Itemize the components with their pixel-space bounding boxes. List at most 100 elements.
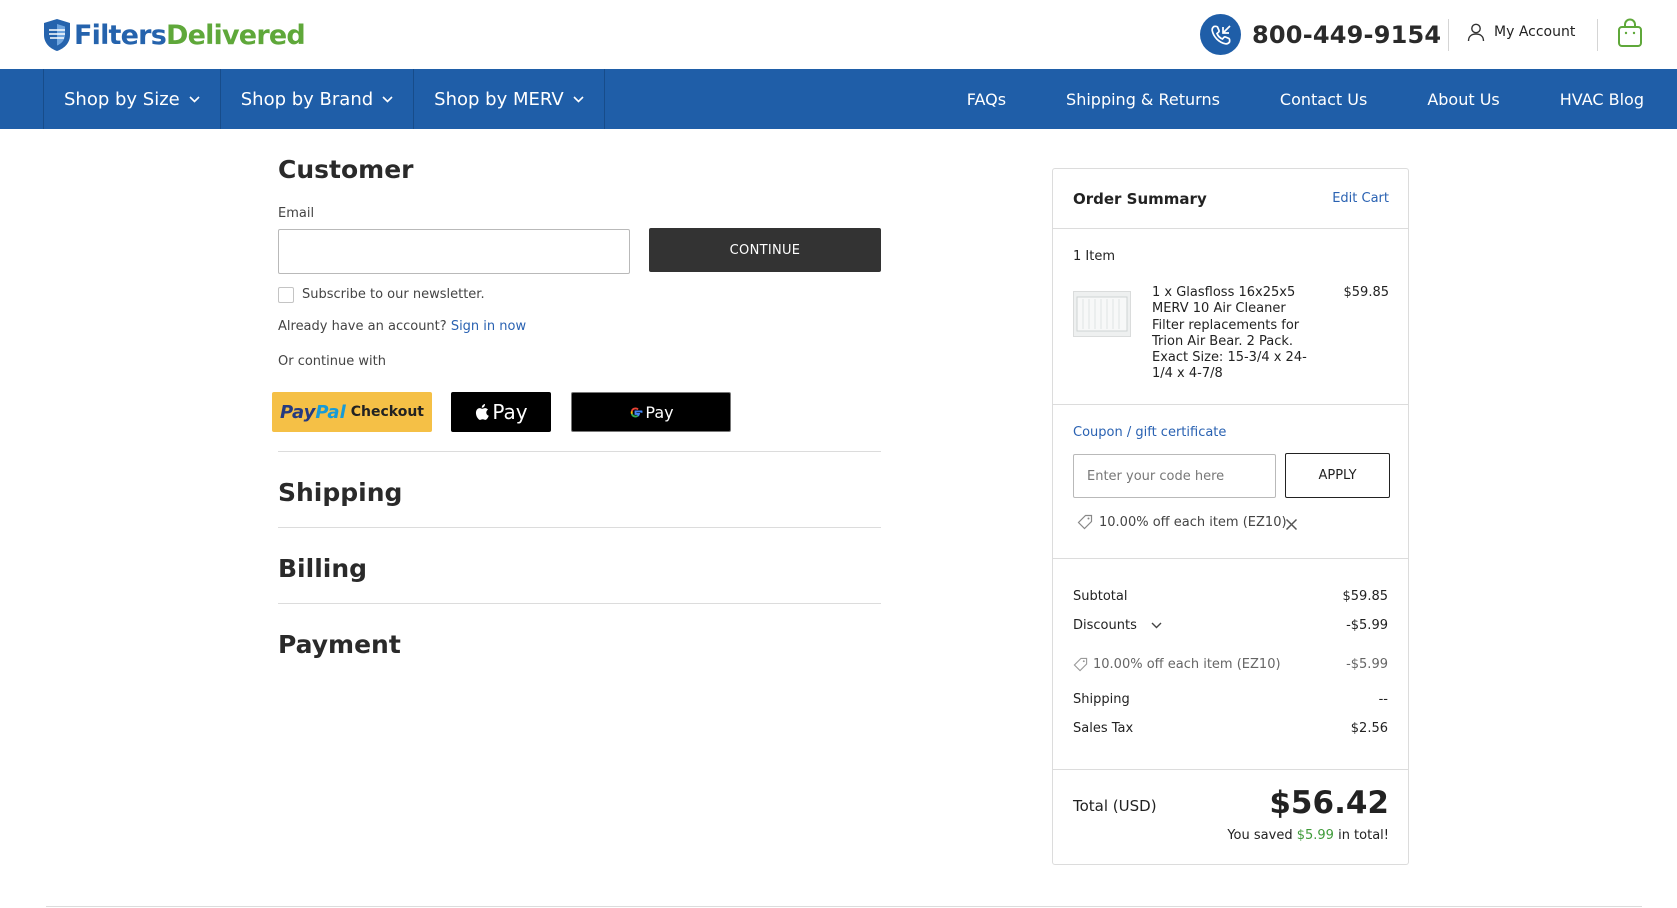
coupon-code-input[interactable]: Enter your code here [1073,454,1276,498]
nav-label: Shop by Size [64,88,180,110]
total-value: $56.42 [1269,785,1389,821]
nav-shop-by-brand[interactable]: Shop by Brand [219,69,413,129]
google-g-icon [631,407,643,417]
nav-link-shipping-returns[interactable]: Shipping & Returns [1066,90,1220,109]
main-navigation: Shop by Size Shop by Brand Shop by MERV … [0,69,1677,129]
sign-in-link[interactable]: Sign in now [451,319,526,334]
discounts-value: -$5.99 [1346,618,1388,633]
logo-text: FiltersDelivered [74,19,306,51]
discount-line-value: -$5.99 [1346,657,1388,672]
sales-tax-row: Sales Tax $2.56 [1073,721,1388,736]
discount-line-label: 10.00% off each item (EZ10) [1093,657,1281,672]
chevron-down-icon [382,95,393,103]
my-account-link[interactable]: My Account [1466,22,1575,42]
shipping-row: Shipping -- [1073,692,1388,707]
nav-dropdowns: Shop by Size Shop by Brand Shop by MERV [43,69,605,129]
apple-pay-button[interactable]: Pay [451,392,551,432]
paypal-checkout-button[interactable]: Pay Pal Checkout [272,392,432,432]
discount-line-row: 10.00% off each item (EZ10) -$5.99 [1073,657,1388,672]
item-count: 1 Item [1073,249,1115,264]
email-label: Email [278,206,315,221]
email-field[interactable] [278,229,630,274]
phone-contact[interactable]: 800-449-9154 [1200,14,1441,55]
nav-label: Shop by Brand [240,88,374,110]
paypal-pay-text: Pay [280,401,316,423]
subtotal-label: Subtotal [1073,589,1128,604]
subtotal-value: $59.85 [1342,589,1389,604]
applied-coupon: 10.00% off each item (EZ10) [1077,514,1287,530]
my-account-label: My Account [1494,24,1576,40]
tag-icon [1073,657,1088,672]
account-prompt-text: Already have an account? [278,319,447,334]
billing-heading[interactable]: Billing [278,554,367,583]
applied-coupon-text: 10.00% off each item (EZ10) [1099,514,1287,530]
section-divider [278,603,881,604]
discounts-label: Discounts [1073,618,1137,633]
header-divider [1597,19,1598,51]
discounts-toggle[interactable]: Discounts [1073,618,1162,633]
shipping-label: Shipping [1073,692,1130,707]
header-divider [1448,19,1449,51]
shipping-heading[interactable]: Shipping [278,478,402,507]
savings-note: You saved $5.99 in total! [1227,828,1389,843]
newsletter-label: Subscribe to our newsletter. [302,287,485,302]
google-pay-button[interactable]: Pay [571,392,731,432]
order-summary-panel: Order Summary Edit Cart 1 Item 1 x Glasf… [1052,168,1409,865]
product-thumbnail [1073,291,1131,337]
continue-button[interactable]: CONTINUE [649,228,881,272]
subtotal-row: Subtotal $59.85 [1073,589,1388,604]
paypal-pal-text: Pal [315,401,346,423]
summary-divider [1053,769,1408,770]
total-label: Total (USD) [1073,797,1157,815]
apple-pay-text: Pay [492,400,528,424]
nav-shop-by-size[interactable]: Shop by Size [43,69,220,129]
saved-amount: $5.99 [1296,828,1334,843]
tag-icon [1077,514,1093,530]
or-continue-label: Or continue with [278,354,386,369]
nav-shop-by-merv[interactable]: Shop by MERV [413,69,605,129]
summary-divider [1053,558,1408,559]
shield-logo-icon [44,19,70,51]
sales-tax-label: Sales Tax [1073,721,1134,736]
cart-button[interactable] [1617,18,1643,52]
item-description: 1 x Glasfloss 16x25x5 MERV 10 Air Cleane… [1152,285,1307,382]
apply-coupon-button[interactable]: APPLY [1285,453,1390,498]
customer-heading: Customer [278,155,414,184]
footer-divider [46,906,1642,907]
account-prompt: Already have an account? Sign in now [278,319,526,334]
user-icon [1467,23,1485,42]
discount-line: 10.00% off each item (EZ10) [1073,657,1281,672]
apple-logo-icon [476,404,490,420]
google-pay-text: Pay [645,402,674,422]
nav-link-about-us[interactable]: About Us [1427,90,1499,109]
nav-link-contact-us[interactable]: Contact Us [1280,90,1367,109]
site-header: FiltersDelivered 800-449-9154 My Account [0,0,1677,69]
item-count-row: 1 Item [1073,249,1388,264]
payment-heading[interactable]: Payment [278,630,401,659]
newsletter-checkbox[interactable] [278,287,294,303]
nav-link-faqs[interactable]: FAQs [967,90,1006,109]
section-divider [278,527,881,528]
edit-cart-link[interactable]: Edit Cart [1332,191,1389,206]
sales-tax-value: $2.56 [1350,721,1388,736]
saved-prefix: You saved [1227,828,1293,843]
summary-divider [1053,404,1408,405]
nav-links: FAQs Shipping & Returns Contact Us About… [907,69,1644,129]
shopping-bag-icon [1618,18,1642,47]
coupon-toggle-link[interactable]: Coupon / gift certificate [1073,425,1226,440]
item-price: $59.85 [1343,285,1390,300]
saved-suffix: in total! [1338,828,1389,843]
paypal-checkout-text: Checkout [350,404,424,420]
phone-icon [1200,14,1241,55]
nav-link-hvac-blog[interactable]: HVAC Blog [1560,90,1644,109]
close-icon [1285,518,1298,531]
coupon-placeholder: Enter your code here [1087,468,1225,484]
summary-divider [1053,228,1408,229]
site-logo[interactable]: FiltersDelivered [43,18,306,52]
chevron-down-icon [189,95,200,103]
remove-coupon-button[interactable] [1285,518,1298,532]
order-summary-title: Order Summary [1073,190,1207,208]
chevron-down-icon [573,95,584,103]
nav-label: Shop by MERV [434,88,564,110]
discounts-row: Discounts -$5.99 [1073,618,1388,633]
